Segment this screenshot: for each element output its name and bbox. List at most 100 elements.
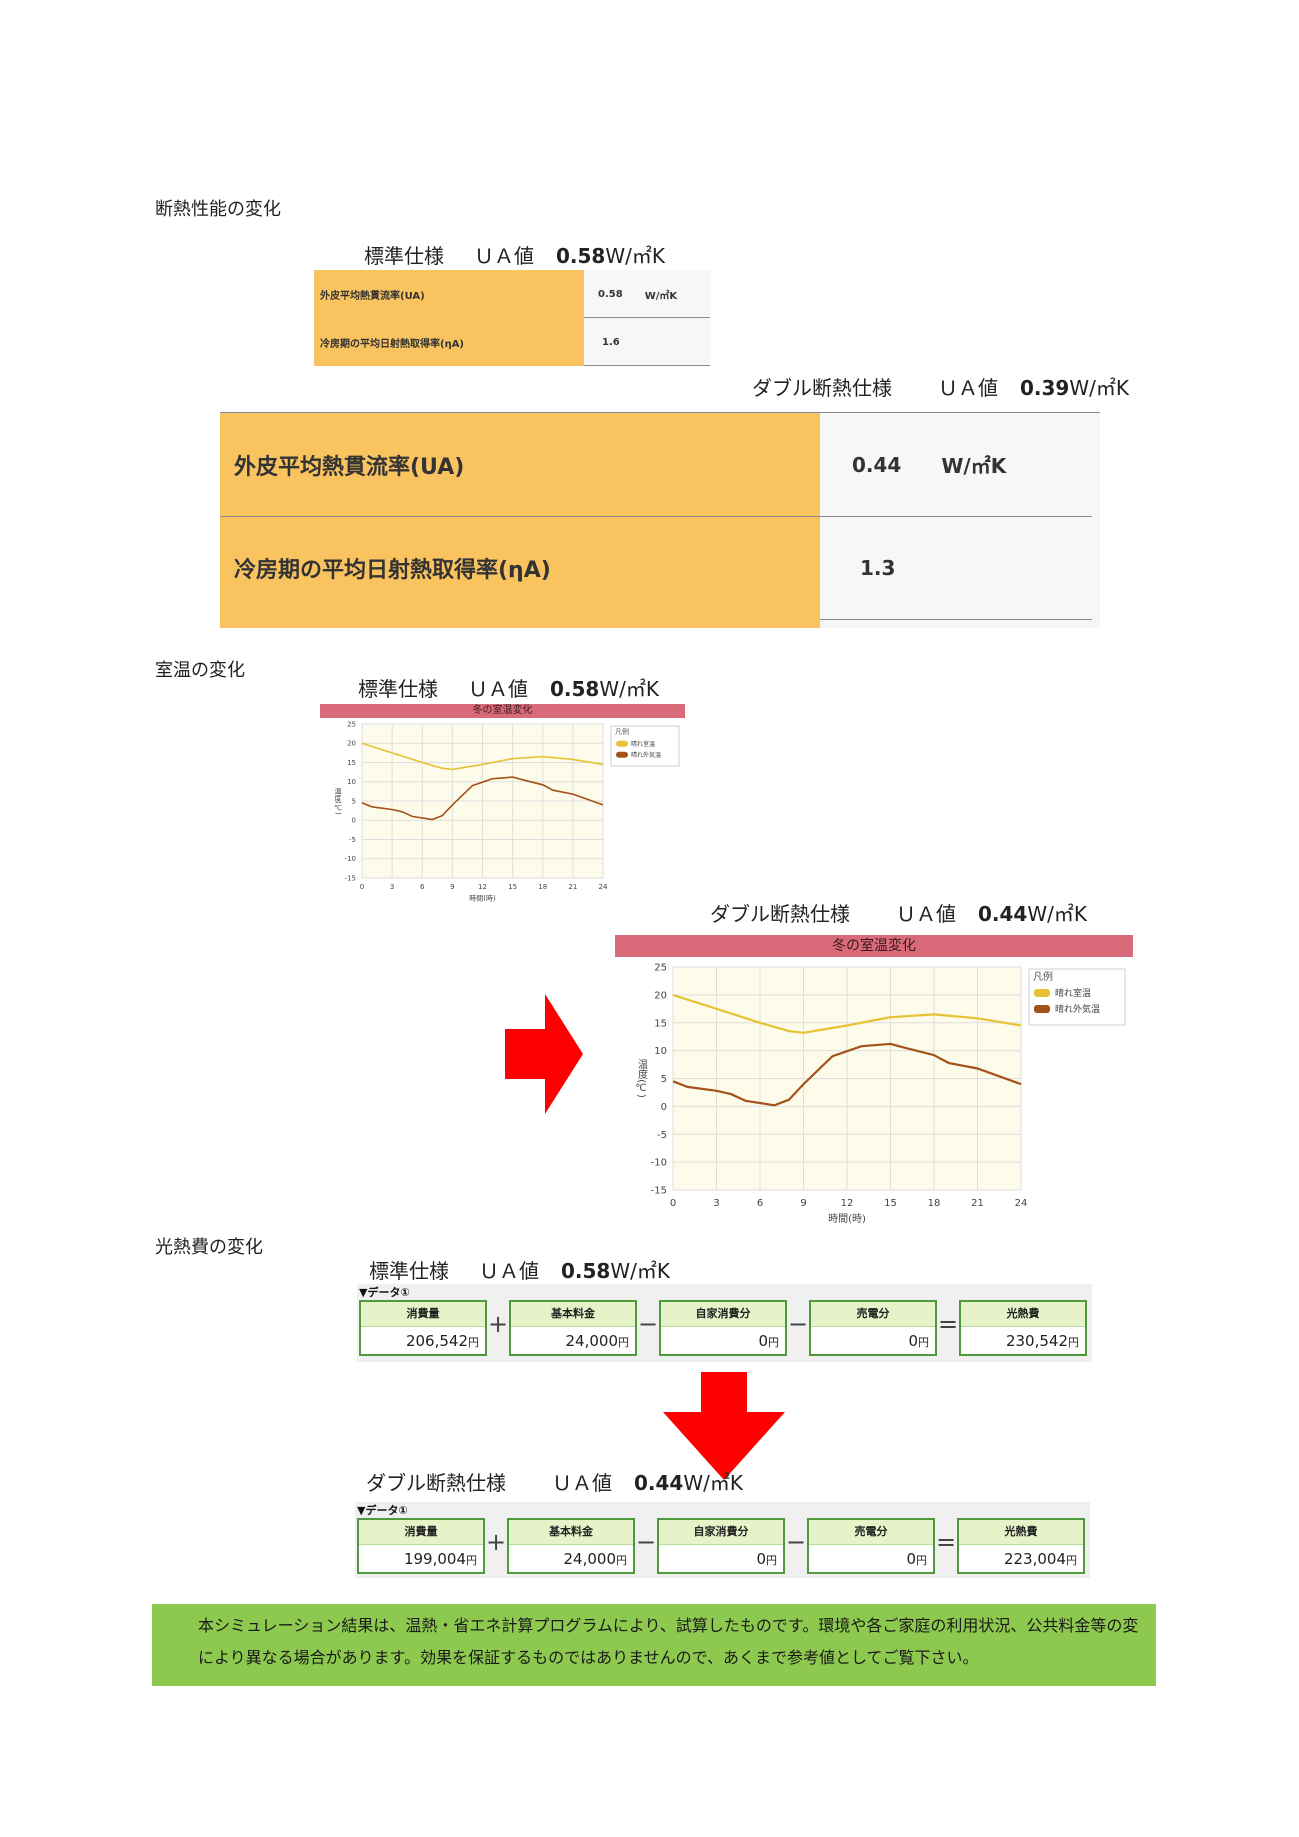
x-tick-label: 21 [971,1198,984,1209]
cost-value: 0円 [908,1332,929,1350]
ua-row: 冷房期の平均日射熱取得率(ηA) 1.3 [220,517,1100,619]
cost-operator: + [485,1528,507,1556]
legend-title: 凡例 [1033,970,1053,983]
y-tick-label: 5 [661,1074,667,1085]
cost-label: 消費量 [359,1520,483,1545]
cost-box: 消費量 206,542円 [359,1300,487,1356]
y-tick-label: 20 [347,740,356,748]
cost-row-double: ▼データ① 消費量 199,004円 + 基本料金 24,000円 − 自家消費分 0円 − 売電分… [355,1502,1090,1578]
legend-label: 晴れ外気温 [631,751,661,759]
spec-standard-roomtemp: 標準仕様 ＵＡ値 0.58W/㎡K [358,673,659,702]
ua-label: ＵＡ値 [479,1259,539,1283]
x-tick-label: 18 [928,1198,941,1209]
cost-label: 売電分 [809,1520,933,1545]
section-title-cost: 光熱費の変化 [155,1237,263,1258]
y-tick-label: 15 [347,759,356,767]
x-tick-label: 6 [757,1198,763,1209]
cost-box: 基本料金 24,000円 [509,1300,637,1356]
x-tick-label: 0 [670,1198,676,1209]
y-tick-label: 0 [661,1102,667,1113]
x-tick-label: 18 [538,883,547,891]
cost-operator: − [635,1528,657,1556]
cost-box: 光熱費 223,004円 [957,1518,1085,1574]
spec-double-roomtemp: ダブル断熱仕様 ＵＡ値 0.44W/㎡K [710,898,1087,927]
ua-value: 0.44 [978,902,1028,926]
cost-box: 売電分 0円 [807,1518,935,1574]
ua-row-value: 1.6 [584,318,710,366]
cost-value: 199,004円 [403,1550,477,1568]
y-axis-label: 温度(℃) [334,786,342,815]
x-tick-label: 24 [599,883,608,891]
y-tick-label: -5 [657,1130,667,1141]
y-tick-label: 25 [654,963,667,974]
cost-operator: − [637,1310,659,1338]
legend-title: 凡例 [615,727,629,736]
spec-name: 標準仕様 [364,244,444,268]
ua-label: ＵＡ値 [474,244,534,268]
legend-label: 晴れ外気温 [1055,1003,1100,1015]
cost-box: 光熱費 230,542円 [959,1300,1087,1356]
cost-row-standard: ▼データ① 消費量 206,542円 + 基本料金 24,000円 − 自家消費分 0円 − 売電分… [357,1284,1092,1362]
legend-swatch [616,751,628,758]
spec-name: ダブル断熱仕様 [710,902,850,926]
cost-value: 0円 [756,1550,777,1568]
cost-label: 自家消費分 [659,1520,783,1545]
x-axis-label: 時間(時) [828,1213,866,1225]
cost-operator: = [935,1528,957,1556]
spec-standard-cost: 標準仕様 ＵＡ値 0.58W/㎡K [369,1255,670,1284]
cost-label: 消費量 [361,1302,485,1327]
spec-name: 標準仕様 [358,677,438,701]
x-tick-label: 6 [420,883,425,891]
cost-value: 230,542円 [1005,1332,1079,1350]
cost-operator: = [937,1310,959,1338]
legend-label: 晴れ室温 [1055,987,1091,999]
spec-standard-insulation: 標準仕様 ＵＡ値 0.58W/㎡K [364,240,665,269]
ua-unit: W/㎡K [610,1259,670,1283]
ua-label: ＵＡ値 [468,677,528,701]
cost-box: 消費量 199,004円 [357,1518,485,1574]
ua-table-standard: 外皮平均熱貫流率(UA) 0.58 W/㎡K 冷房期の平均日射熱取得率(ηA) 1… [314,270,710,366]
spec-name: 標準仕様 [369,1259,449,1283]
note-line-1: 本シミュレーション結果は、温熱・省エネ計算プログラムにより、試算したものです。環… [198,1616,1139,1635]
ua-row-value: 1.3 [820,517,1100,619]
x-tick-label: 9 [800,1198,806,1209]
x-tick-label: 15 [508,883,517,891]
ua-row: 外皮平均熱貫流率(UA) 0.44 W/㎡K [220,413,1100,516]
y-tick-label: 0 [352,817,356,825]
x-tick-label: 9 [450,883,454,891]
ua-value: 0.58 [556,244,606,268]
cost-operator: + [487,1310,509,1338]
arrow-right-icon [505,994,583,1114]
spec-double-insulation: ダブル断熱仕様 ＵＡ値 0.39W/㎡K [752,372,1129,401]
legend-swatch [1034,1005,1050,1013]
y-tick-label: -15 [651,1186,667,1197]
ua-value: 0.58 [561,1259,611,1283]
y-axis-label: 温度(℃) [635,1059,647,1098]
cost-label: 光熱費 [961,1302,1085,1327]
cost-box: 自家消費分 0円 [657,1518,785,1574]
ua-value: 0.39 [1020,376,1070,400]
ua-row: 冷房期の平均日射熱取得率(ηA) 1.6 [314,318,710,366]
ua-unit: W/㎡K [605,244,665,268]
ua-row-value: 0.58 W/㎡K [584,270,710,318]
legend-label: 晴れ室温 [631,740,655,748]
ua-unit: W/㎡K [599,677,659,701]
chart-title: 冬の室温変化 [320,704,685,718]
legend-swatch [616,740,628,747]
y-tick-label: 25 [347,720,356,728]
y-tick-label: 15 [654,1018,667,1029]
y-tick-label: 10 [347,778,356,786]
chart-standard: 冬の室温変化 25 20 15 10 5 0 -5 -10 -15 0 3 6 9 12 15 18 21 24 時… [320,704,685,908]
y-tick-label: -5 [349,836,356,844]
y-tick-label: -15 [345,874,356,882]
x-tick-label: 12 [841,1198,854,1209]
ua-value: 0.58 [550,677,600,701]
cost-label: 自家消費分 [661,1302,785,1327]
x-tick-label: 0 [360,883,364,891]
legend-swatch [1034,989,1050,997]
ua-label: ＵＡ値 [938,376,998,400]
x-tick-label: 3 [390,883,394,891]
ua-row-label: 冷房期の平均日射熱取得率(ηA) [220,517,820,619]
note-line-2: により異なる場合があります。効果を保証するものではありませんので、あくまで参考値… [198,1648,979,1667]
cost-label: 光熱費 [959,1520,1083,1545]
